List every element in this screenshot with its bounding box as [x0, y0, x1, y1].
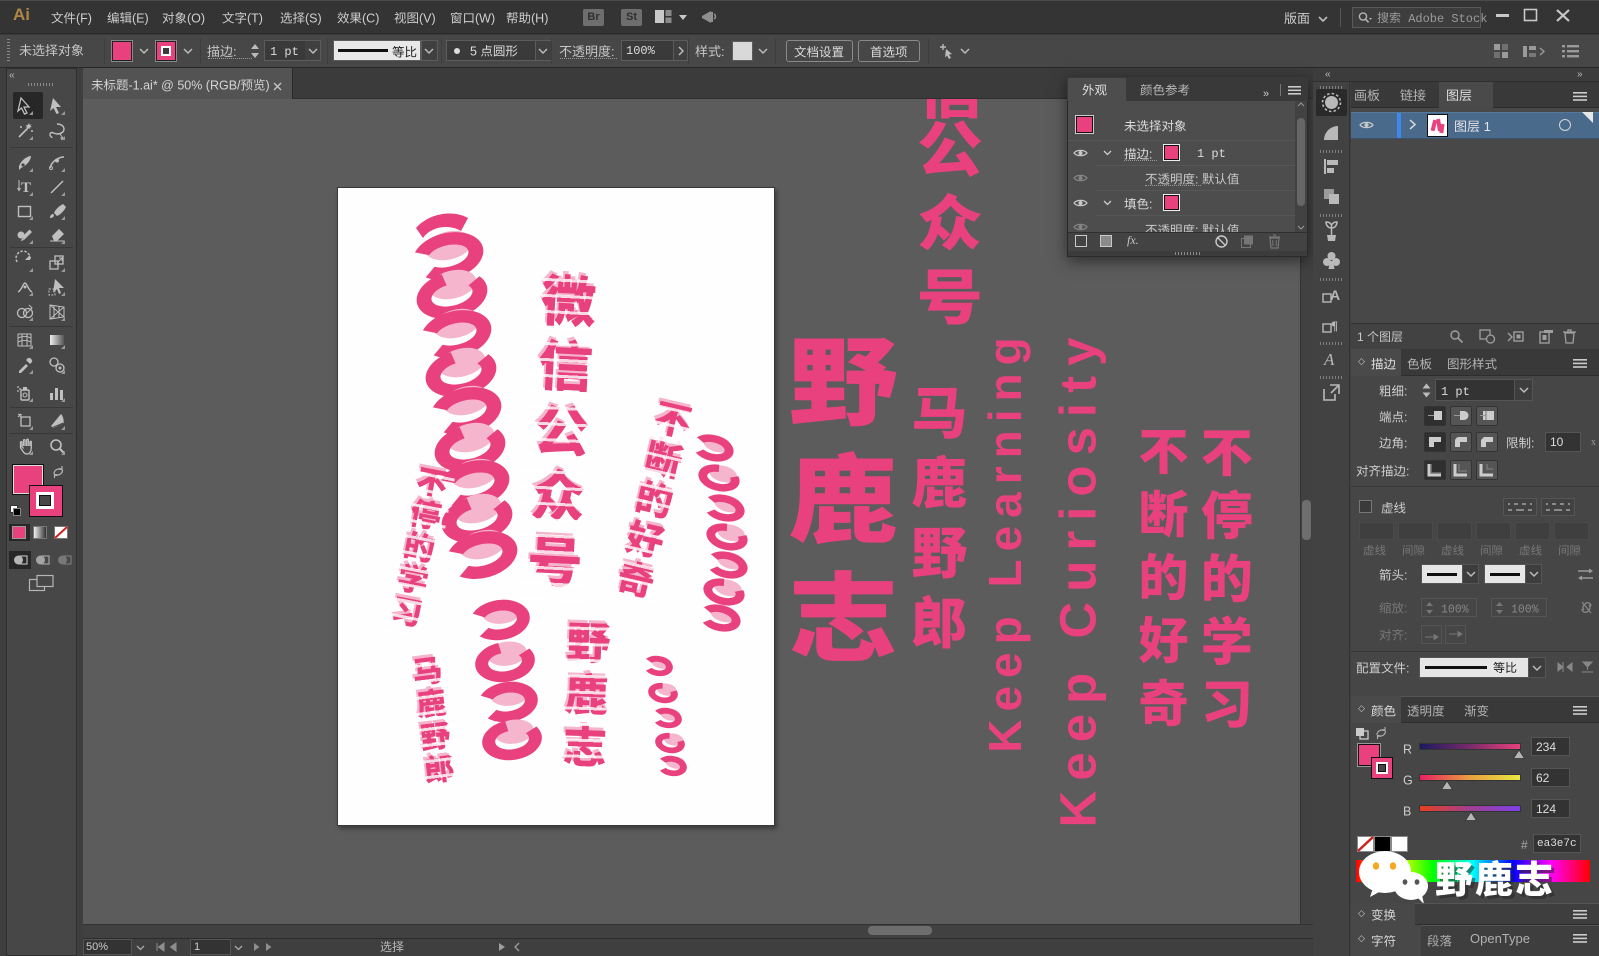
- svg-text::: :: [1404, 436, 1407, 450]
- svg-text:T: T: [21, 180, 31, 196]
- svg-text:100%: 100%: [1511, 603, 1539, 616]
- svg-text:100%: 100%: [626, 44, 656, 58]
- svg-text::: :: [1404, 410, 1407, 424]
- svg-text:(T): (T): [247, 11, 263, 25]
- svg-text::: :: [611, 44, 615, 59]
- svg-text::: :: [1404, 568, 1407, 582]
- svg-text:¶: ¶: [1331, 318, 1338, 333]
- svg-text:1 pt: 1 pt: [270, 45, 299, 59]
- svg-text::: :: [721, 44, 725, 59]
- svg-text::: :: [1195, 172, 1202, 186]
- svg-text:(F): (F): [76, 11, 92, 25]
- svg-text::: :: [1404, 601, 1407, 615]
- svg-text::: :: [233, 44, 237, 59]
- svg-text::: :: [1149, 147, 1152, 161]
- svg-text:B: B: [1403, 804, 1411, 818]
- svg-text:(S): (S): [305, 11, 322, 25]
- svg-text:(O): (O): [187, 11, 205, 25]
- svg-text:(W): (W): [475, 11, 495, 25]
- svg-text::: :: [1149, 197, 1152, 211]
- svg-text:Adobe Stock: Adobe Stock: [1401, 12, 1487, 26]
- svg-text:-1.ai* @ 50% (RGB/: -1.ai* @ 50% (RGB/: [129, 78, 242, 92]
- svg-text:(V): (V): [419, 11, 436, 25]
- svg-text:(E): (E): [132, 11, 149, 25]
- svg-text:A: A: [1330, 287, 1340, 303]
- svg-text:A: A: [1323, 350, 1335, 369]
- svg-text:(C): (C): [362, 11, 379, 25]
- svg-text:1 pt: 1 pt: [1197, 147, 1226, 161]
- svg-text::: :: [1404, 384, 1407, 398]
- svg-text::: :: [1406, 661, 1409, 675]
- svg-text:1 pt: 1 pt: [1441, 385, 1470, 399]
- svg-text::: :: [1406, 464, 1409, 478]
- svg-text:100%: 100%: [1441, 603, 1469, 616]
- svg-text:5: 5: [470, 44, 480, 58]
- svg-text:1: 1: [1480, 119, 1491, 134]
- svg-text::: :: [1531, 436, 1534, 450]
- svg-text::: :: [1404, 628, 1407, 642]
- svg-text:1: 1: [1357, 330, 1367, 344]
- svg-text:R: R: [1403, 742, 1412, 756]
- svg-text:): ): [266, 78, 270, 92]
- svg-text:G: G: [1403, 773, 1413, 787]
- svg-text:(H): (H): [531, 11, 548, 25]
